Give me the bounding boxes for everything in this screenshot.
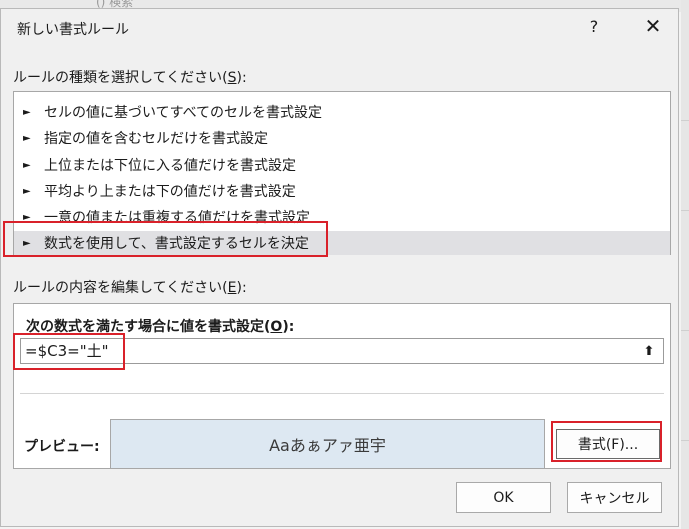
cancel-button[interactable]: キャンセル (567, 482, 662, 513)
rule-type-item[interactable]: ► 上位または下位に入る値だけを書式設定 (14, 152, 670, 178)
divider (20, 393, 664, 394)
arrow-right-icon: ► (23, 132, 31, 144)
rule-type-item[interactable]: ► セルの値に基づいてすべてのセルを書式設定 (14, 99, 670, 125)
background-sheet-edge (681, 0, 689, 529)
preview-sample: Aaあぁアァ亜宇 (110, 419, 545, 469)
highlight-format-button (551, 421, 662, 462)
ok-button[interactable]: OK (456, 482, 551, 513)
rule-type-label: ルールの種類を選択してください(S): (13, 70, 247, 86)
rule-type-item[interactable]: ► 指定の値を含むセルだけを書式設定 (14, 125, 670, 151)
new-format-rule-dialog: 新しい書式ルール ? ✕ ルールの種類を選択してください(S): ► セルの値に基… (0, 8, 679, 527)
highlight-formula (13, 333, 125, 370)
close-button[interactable]: ✕ (642, 14, 664, 38)
rule-type-item[interactable]: ► 平均より上または下の値だけを書式設定 (14, 178, 670, 204)
rule-edit-label: ルールの内容を編集してください(E): (13, 280, 247, 296)
arrow-right-icon: ► (23, 106, 31, 118)
preview-label: プレビュー: (24, 439, 100, 455)
highlight-selected-rule (3, 221, 328, 257)
arrow-right-icon: ► (23, 159, 31, 171)
title-bar: 新しい書式ルール ? ✕ (1, 9, 678, 47)
help-button[interactable]: ? (584, 17, 604, 36)
dialog-title: 新しい書式ルール (17, 22, 129, 38)
arrow-right-icon: ► (23, 185, 31, 197)
collapse-dialog-icon[interactable]: ⬆ (638, 340, 660, 362)
